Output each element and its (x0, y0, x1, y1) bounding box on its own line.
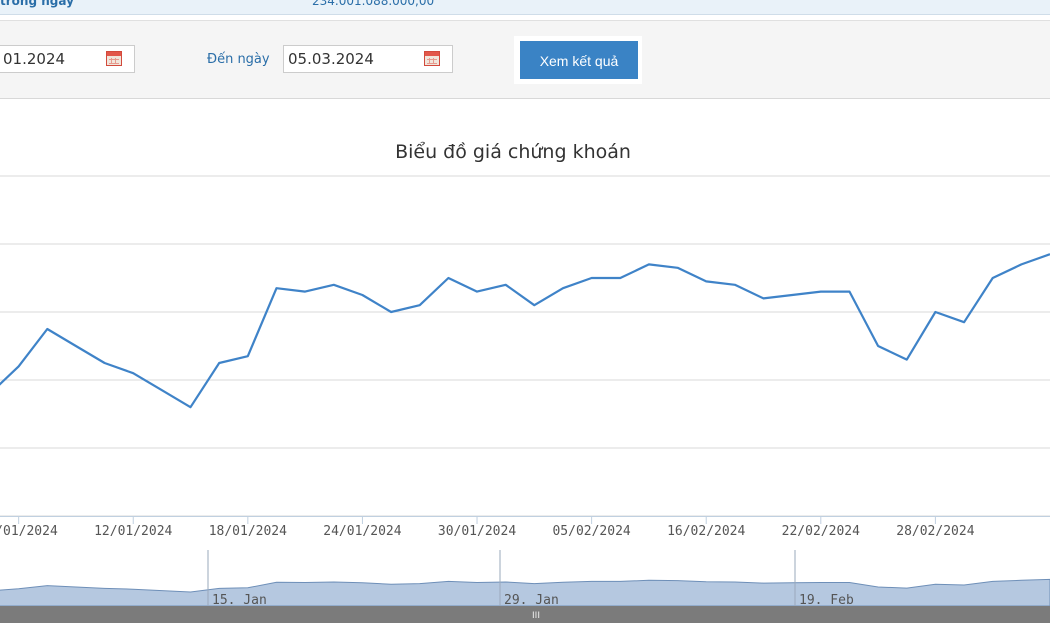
scrollbar-track[interactable] (0, 606, 1050, 623)
price-point[interactable] (875, 343, 881, 349)
x-tick-label: 18/01/2024 (209, 524, 287, 539)
view-results-button[interactable]: Xem kết quả (520, 41, 638, 79)
price-point[interactable] (932, 309, 938, 315)
stock-price-chart: Biểu đồ giá chứng khoán 08/01/2024 12/01/… (0, 141, 1050, 623)
price-point[interactable] (245, 353, 251, 359)
price-point[interactable] (273, 285, 279, 291)
price-point[interactable] (388, 309, 394, 315)
chart-title: Biểu đồ giá chứng khoán (395, 141, 631, 163)
price-point[interactable] (159, 387, 165, 393)
price-line (0, 253, 1050, 409)
submit-button-wrapper: Xem kết quả (514, 36, 642, 84)
to-date-label: Đến ngày (207, 52, 270, 67)
price-point[interactable] (703, 278, 709, 284)
price-point[interactable] (503, 282, 509, 288)
from-date-input[interactable]: 01.2024 (0, 45, 135, 73)
scrollbar-grip[interactable]: III (532, 611, 540, 621)
x-tick-label: 22/02/2024 (782, 524, 860, 539)
price-point[interactable] (73, 343, 79, 349)
price-point[interactable] (359, 292, 365, 298)
navigator-label: 15. Jan (212, 593, 267, 608)
x-tick-label: 12/01/2024 (94, 524, 172, 539)
price-point[interactable] (617, 275, 623, 281)
price-point[interactable] (474, 289, 480, 295)
summary-row: trong ngày 234.001.088.000,00 (0, 0, 1050, 15)
price-point[interactable] (331, 282, 337, 288)
navigator-scrollbar[interactable]: III (0, 606, 1050, 623)
price-point[interactable] (445, 275, 451, 281)
x-axis: 08/01/2024 12/01/2024 18/01/2024 24/01/2024… (0, 516, 1050, 539)
price-point[interactable] (302, 289, 308, 295)
navigator[interactable]: 15. Jan 29. Jan 19. Feb (0, 550, 1050, 608)
price-point[interactable] (130, 370, 136, 376)
price-point[interactable] (102, 360, 108, 366)
price-point[interactable] (675, 265, 681, 271)
price-point[interactable] (789, 292, 795, 298)
chart-gridlines (0, 175, 1050, 517)
price-point[interactable] (1018, 261, 1024, 267)
price-point[interactable] (560, 285, 566, 291)
price-point[interactable] (961, 319, 967, 325)
price-point[interactable] (646, 261, 652, 267)
to-date-input[interactable]: 05.03.2024 (283, 45, 453, 73)
price-point[interactable] (16, 363, 22, 369)
price-point[interactable] (188, 404, 194, 410)
navigator-label: 29. Jan (504, 593, 559, 608)
x-tick-label: 30/01/2024 (438, 524, 516, 539)
price-point[interactable] (417, 302, 423, 308)
x-tick-label: 05/02/2024 (552, 524, 630, 539)
x-tick-label: 24/01/2024 (323, 524, 401, 539)
price-point[interactable] (818, 289, 824, 295)
calendar-icon[interactable] (424, 51, 440, 66)
price-point[interactable] (589, 275, 595, 281)
price-point[interactable] (761, 295, 767, 301)
summary-value: 234.001.088.000,00 (312, 0, 435, 8)
price-point[interactable] (732, 282, 738, 288)
price-point[interactable] (216, 360, 222, 366)
date-filter-bar: 01.2024 Đến ngày 05.03.2024 Xem kết quả (0, 20, 1050, 99)
price-point[interactable] (904, 357, 910, 363)
x-tick-label: 16/02/2024 (667, 524, 745, 539)
price-point[interactable] (44, 326, 50, 332)
to-date-value: 05.03.2024 (288, 50, 374, 68)
x-tick-label: 28/02/2024 (896, 524, 974, 539)
navigator-label: 19. Feb (799, 593, 854, 608)
calendar-icon[interactable] (106, 51, 122, 66)
price-point[interactable] (990, 275, 996, 281)
price-point[interactable] (531, 302, 537, 308)
x-tick-label: 08/01/2024 (0, 524, 58, 539)
price-point[interactable] (846, 289, 852, 295)
price-series (0, 253, 1050, 410)
from-date-value: 01.2024 (3, 50, 66, 68)
summary-label: trong ngày (0, 0, 74, 8)
